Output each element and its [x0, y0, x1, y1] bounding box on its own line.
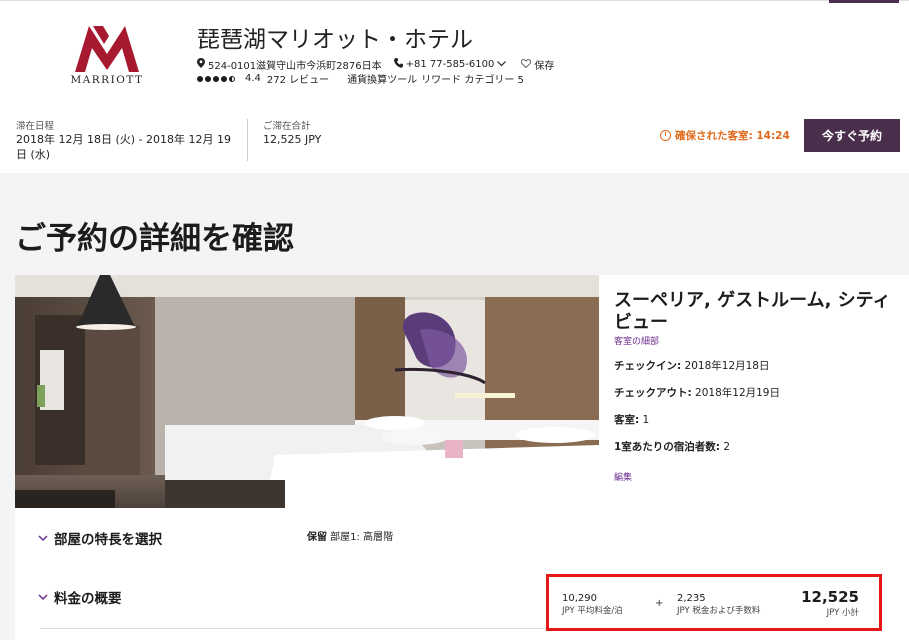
rooms-row: 客室: 1	[614, 412, 649, 427]
hotel-name: 琵琶湖マリオット・ホテル	[197, 27, 473, 53]
clock-icon	[660, 130, 671, 141]
room-photo-image	[15, 275, 599, 508]
top-border	[0, 0, 909, 1]
checkin-value: 2018年12月18日	[681, 360, 770, 372]
rooms-value: 1	[639, 414, 650, 426]
rewards-category: リワード カテゴリー 5	[421, 75, 524, 86]
reserve-value: 部屋1: 高層階	[327, 532, 394, 543]
rate-summary-label: 料金の概要	[54, 591, 122, 607]
taxes-label: JPY 税金および手数料	[677, 606, 761, 616]
room-details-link[interactable]: 客室の細部	[614, 334, 659, 347]
top-accent-tab[interactable]	[829, 0, 899, 3]
rating-value: 4.4	[245, 73, 261, 84]
subtotal-value: 12,525	[801, 588, 859, 606]
marriott-m-icon	[75, 26, 139, 72]
avg-rate-label: JPY 平均料金/泊	[562, 606, 623, 616]
checkout-label: チェックアウト:	[614, 387, 692, 399]
guests-value: 2	[720, 441, 731, 453]
taxes-fees: 2,235 JPY 税金および手数料	[677, 593, 760, 616]
rating-dot	[213, 75, 219, 82]
checkout-row: チェックアウト: 2018年12月19日	[614, 385, 780, 400]
hotel-contact-row: 524-0101滋賀守山市今浜町2876日本 +81 77-585-6100 保…	[197, 57, 554, 72]
avg-rate-value: 10,290	[562, 593, 597, 604]
chevron-down-icon	[38, 591, 48, 604]
room-features-toggle[interactable]: 部屋の特長を選択	[38, 528, 162, 548]
hotel-rating-row: 4.4 272 レビュー 通貨換算ツール リワード カテゴリー 5	[197, 71, 530, 86]
stay-dates-line1: 2018年 12月 18日 (火) - 2018年 12月 19	[16, 133, 232, 146]
chevron-down-icon	[38, 532, 48, 545]
timer-text: 確保された客室: 14:24	[675, 130, 790, 142]
avg-rate: 10,290 JPY 平均料金/泊	[562, 593, 623, 616]
stay-dates-line2: 日 (水)	[16, 148, 51, 161]
room-photo	[15, 275, 599, 508]
rating-dot	[205, 75, 211, 82]
rooms-label: 客室:	[614, 414, 640, 426]
stay-total-value: 12,525 JPY	[263, 133, 322, 146]
edit-link[interactable]: 編集	[614, 470, 632, 483]
checkin-row: チェックイン: 2018年12月18日	[614, 358, 769, 373]
guests-label: 1室あたりの宿泊者数:	[614, 441, 721, 453]
subtotal-label: JPY 小計	[826, 608, 859, 618]
room-features-label: 部屋の特長を選択	[54, 532, 162, 548]
location-pin-icon	[197, 58, 205, 71]
price-summary-box: 10,290 JPY 平均料金/泊 + 2,235 JPY 税金および手数料 1…	[546, 574, 882, 631]
stay-divider	[247, 119, 248, 161]
guests-row: 1室あたりの宿泊者数: 2	[614, 439, 730, 454]
subtotal: 12,525 JPY 小計	[801, 588, 859, 618]
currency-converter-link[interactable]: 通貨換算ツール	[347, 71, 417, 86]
logo-wordmark: MARRIOTT	[70, 74, 144, 86]
section-divider	[40, 628, 546, 629]
heart-icon[interactable]	[521, 58, 532, 71]
plus-sign: +	[655, 598, 664, 609]
stay-total-label: ご滞在合計	[263, 121, 311, 132]
reserve-label: 保留	[307, 532, 327, 543]
checkout-value: 2018年12月19日	[691, 387, 780, 399]
room-title: スーペリア, ゲストルーム, シティビュー	[614, 290, 891, 333]
room-preference: 保留 部屋1: 高層階	[307, 528, 393, 543]
chevron-down-icon[interactable]	[497, 59, 507, 70]
rating-dots	[197, 75, 237, 82]
page-title: ご予約の詳細を確認	[15, 221, 294, 257]
taxes-value: 2,235	[677, 593, 706, 604]
reviews-link[interactable]: 272 レビュー	[267, 71, 329, 86]
rate-summary-toggle[interactable]: 料金の概要	[38, 587, 122, 607]
stay-dates-label: 滞在日程	[16, 121, 55, 132]
marriott-logo[interactable]: MARRIOTT	[62, 22, 152, 92]
rating-dot	[197, 75, 203, 82]
rating-dot-half	[229, 75, 235, 82]
hotel-address[interactable]: 524-0101滋賀守山市今浜町2876日本	[208, 57, 382, 72]
phone-icon	[393, 58, 403, 71]
book-now-button[interactable]: 今すぐ予約	[804, 119, 900, 152]
room-hold-timer: 確保された客室: 14:24	[660, 128, 790, 143]
rating-dot	[221, 75, 227, 82]
hotel-phone[interactable]: +81 77-585-6100	[406, 59, 495, 70]
checkin-label: チェックイン:	[614, 360, 682, 372]
save-link[interactable]: 保存	[534, 57, 554, 72]
